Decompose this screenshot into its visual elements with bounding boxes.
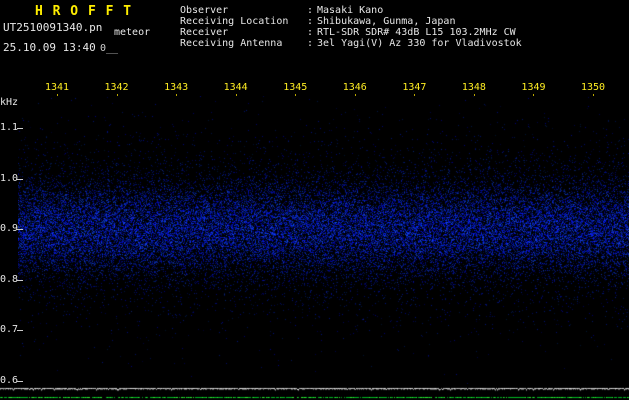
- field-label: Receiving Antenna: [180, 38, 283, 49]
- field-label: Observer: [180, 5, 229, 16]
- y-tick-mark: [17, 330, 23, 332]
- power-strip-canvas: [0, 386, 629, 400]
- y-tick-mark: [17, 229, 23, 231]
- header-field-row: Receiving Location: Shibukawa, Gunma, Jap…: [180, 16, 522, 27]
- x-tick-label: 1343: [164, 82, 189, 93]
- y-tick-mark: [17, 279, 23, 281]
- station-label: meteor: [114, 27, 151, 38]
- header-fields: Observer: Masaki Kano Receiving Location: S…: [180, 5, 522, 49]
- y-tick-label: 1.1: [0, 122, 19, 133]
- field-colon: :: [307, 27, 314, 38]
- y-tick-label: 0.8: [0, 273, 19, 285]
- x-tick-label: 1350: [580, 82, 606, 93]
- x-tick-label: 1344: [223, 82, 248, 93]
- x-tick-label: 1342: [104, 82, 129, 93]
- y-tick-label: 1.0: [0, 172, 19, 184]
- x-tick-label: 1347: [402, 82, 427, 93]
- hrofft-screen: H R O F F T UT2510091340.pn meteor 25.10…: [0, 0, 629, 400]
- y-tick-label: 0.7: [0, 324, 19, 336]
- field-value: Shibukawa, Gunma, Japan: [317, 16, 456, 27]
- field-colon: :: [307, 5, 314, 16]
- y-tick-mark: [17, 128, 23, 129]
- field-value: Masaki Kano: [317, 5, 384, 16]
- y-tick-mark: [17, 178, 23, 180]
- field-value: RTL-SDR SDR# 43dB L15 103.2MHz CW: [317, 27, 516, 38]
- x-tick-label: 1341: [44, 82, 70, 93]
- field-value: 3el Yagi(V) Az 330 for Vladivostok: [317, 38, 522, 49]
- x-tick-label: 1346: [342, 82, 367, 93]
- y-tick-mark: [17, 381, 23, 382]
- y-tick-label: 0.9: [0, 223, 19, 235]
- spectrogram-canvas: [18, 96, 629, 384]
- header-field-row: Receiving Antenna:3el Yagi(V) Az 330 for…: [180, 38, 522, 49]
- header-field-row: Observer: Masaki Kano: [180, 5, 522, 16]
- y-tick-label: 0.6: [0, 375, 19, 386]
- field-colon: :: [307, 16, 314, 27]
- header-field-row: Receiver: RTL-SDR SDR# 43dB L15 103.2MHz …: [180, 27, 522, 38]
- field-label: Receiver: [180, 27, 229, 38]
- app-title: H R O F F T: [35, 4, 133, 19]
- x-tick-label: 1345: [283, 82, 308, 93]
- field-label: Receiving Location: [180, 16, 289, 27]
- x-tick-label: 1348: [461, 82, 486, 93]
- echo-count: 0__: [100, 43, 119, 54]
- x-tick-label: 1349: [521, 82, 546, 93]
- field-colon: :: [307, 38, 314, 49]
